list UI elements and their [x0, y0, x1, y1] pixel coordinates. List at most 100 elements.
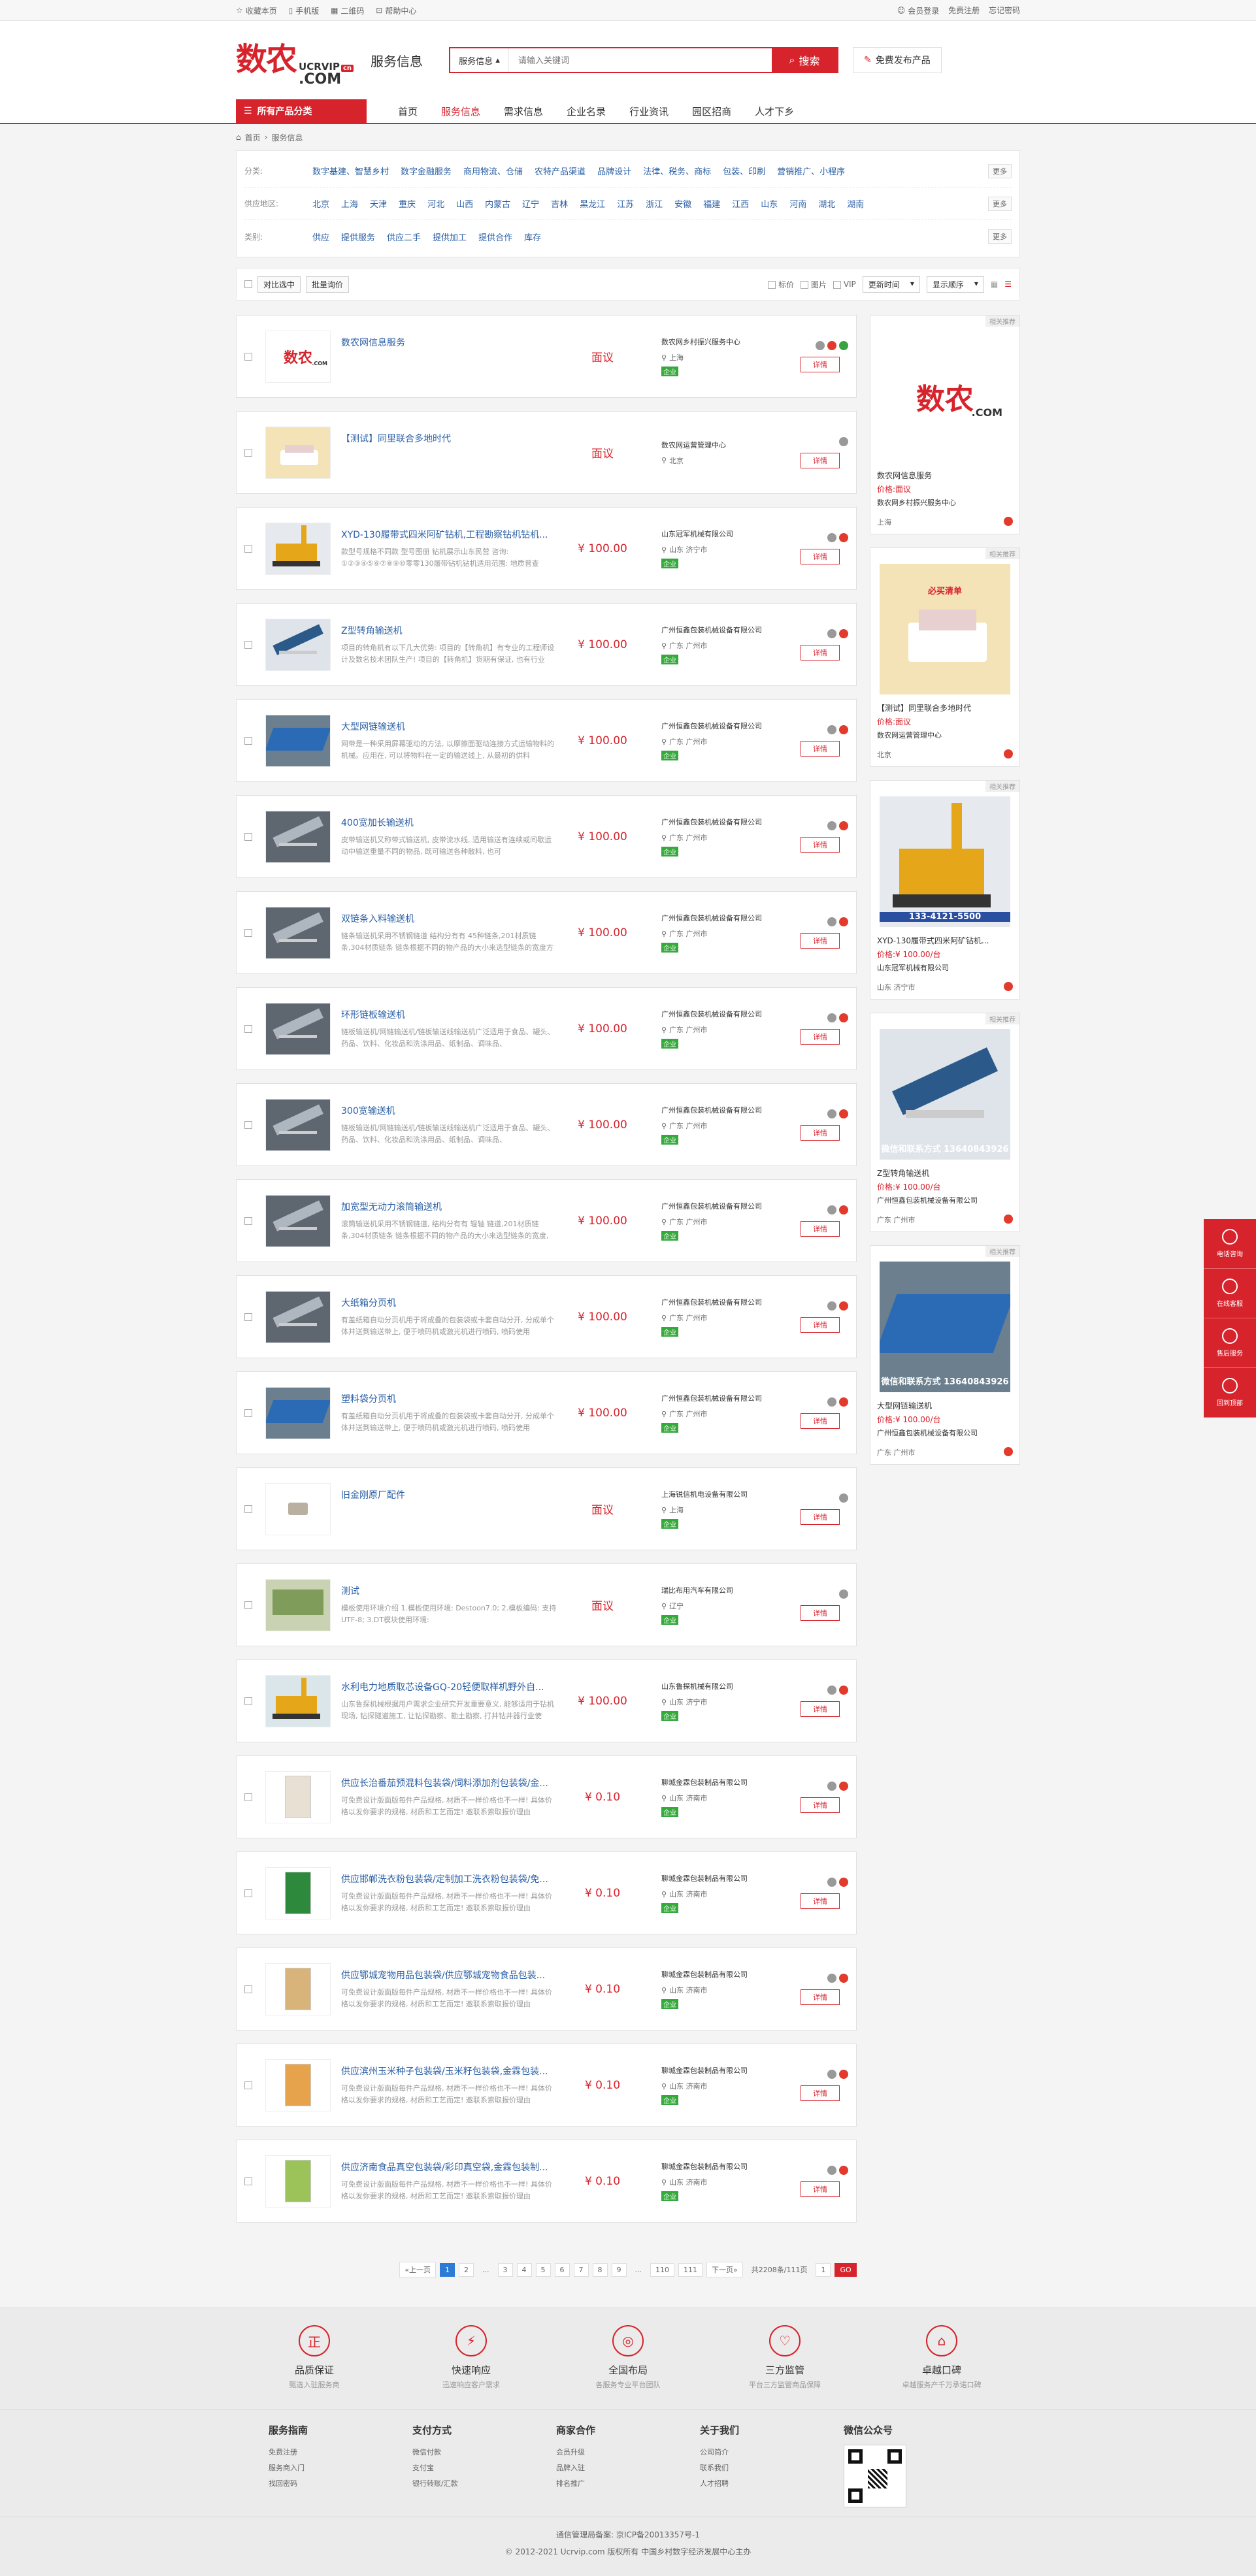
qq-icon[interactable]	[1004, 1215, 1013, 1224]
item-checkbox[interactable]	[244, 2177, 252, 2185]
item-thumbnail[interactable]	[265, 1867, 331, 1919]
filter-option[interactable]: 山西	[456, 197, 473, 210]
float-chat-button[interactable]: 在线客服	[1204, 1269, 1256, 1318]
login-link[interactable]: ☺ 会员登录	[897, 5, 940, 16]
related-company[interactable]: 山东冠军机械有限公司	[877, 962, 1013, 973]
filter-option[interactable]: 安徽	[674, 197, 691, 210]
item-thumbnail[interactable]	[265, 1290, 331, 1343]
item-checkbox[interactable]	[244, 928, 252, 937]
qq-icon[interactable]	[839, 1013, 848, 1022]
all-categories-button[interactable]: ☰ 所有产品分类	[236, 99, 367, 123]
filter-option[interactable]: 重庆	[399, 197, 416, 210]
qq-icon[interactable]	[839, 1781, 848, 1791]
qq-icon[interactable]	[1004, 517, 1013, 526]
wechat-icon[interactable]	[827, 1109, 836, 1118]
filter-vip[interactable]: VIP	[833, 280, 856, 289]
company-name[interactable]: 山东鲁探机械有限公司	[661, 1681, 779, 1691]
detail-button[interactable]: 详情	[801, 452, 840, 468]
wechat-icon[interactable]	[827, 1781, 836, 1791]
filter-option[interactable]: 福建	[703, 197, 720, 210]
float-service-button[interactable]: 售后服务	[1204, 1318, 1256, 1368]
qq-icon[interactable]	[839, 2165, 848, 2175]
related-name[interactable]: 【测试】同里联合多地时代	[877, 702, 1013, 713]
item-title[interactable]: 供应邯郸洗衣粉包装袋/定制加工洗衣粉包装袋/免...	[341, 1872, 557, 1885]
company-name[interactable]: 广州恒鑫包装机械设备有限公司	[661, 625, 779, 635]
prev-page-button[interactable]: «上一页	[399, 2262, 437, 2277]
filter-option[interactable]: 包装、印刷	[723, 165, 765, 177]
item-checkbox[interactable]	[244, 1216, 252, 1225]
filter-option[interactable]: 供应	[312, 231, 329, 243]
related-image[interactable]: 133-4121-5500	[880, 796, 1010, 927]
wechat-icon[interactable]	[827, 1877, 836, 1887]
nav-item[interactable]: 首页	[386, 99, 429, 123]
item-checkbox[interactable]	[244, 1024, 252, 1033]
item-title[interactable]: 400宽加长输送机	[341, 816, 557, 829]
search-button[interactable]: ⌕ 搜索	[772, 48, 837, 72]
item-thumbnail[interactable]: 数农 .COM	[265, 330, 331, 383]
bookmark-link[interactable]: ☆ 收藏本页	[236, 5, 277, 16]
item-thumbnail[interactable]	[265, 1482, 331, 1535]
page-number[interactable]: 5	[535, 2262, 551, 2277]
filter-option[interactable]: 数字基建、智慧乡村	[312, 165, 389, 177]
filter-image[interactable]: 图片	[801, 279, 827, 290]
qq-icon[interactable]	[839, 1973, 848, 1983]
item-checkbox[interactable]	[244, 832, 252, 841]
qq-icon[interactable]	[839, 917, 848, 926]
qq-icon[interactable]	[839, 1109, 848, 1118]
filter-option[interactable]: 吉林	[551, 197, 568, 210]
company-name[interactable]: 聊城金霖包装制品有限公司	[661, 1873, 779, 1883]
item-checkbox[interactable]	[244, 736, 252, 745]
qq-icon[interactable]	[839, 1205, 848, 1215]
related-name[interactable]: XYD-130履带式四米阿矿钻机...	[877, 935, 1013, 946]
page-number[interactable]: 3	[497, 2262, 513, 2277]
company-name[interactable]: 聊城金霖包装制品有限公司	[661, 1777, 779, 1787]
page-jump-input[interactable]: 1	[816, 2262, 831, 2277]
item-title[interactable]: 供应滨州玉米种子包装袋/玉米籽包装袋,金霖包装...	[341, 2064, 557, 2078]
float-top-button[interactable]: 回到顶部	[1204, 1368, 1256, 1418]
page-number[interactable]: 2	[459, 2262, 474, 2277]
detail-button[interactable]: 详情	[801, 1124, 840, 1141]
help-link[interactable]: ⊡ 帮助中心	[376, 5, 416, 16]
filter-option[interactable]: 商用物流、仓储	[463, 165, 523, 177]
filter-more-button[interactable]: 更多	[988, 229, 1012, 244]
qq-icon[interactable]	[839, 1301, 848, 1311]
wechat-icon[interactable]	[827, 1301, 836, 1311]
nav-item[interactable]: 服务信息	[429, 99, 492, 123]
filter-option[interactable]: 提供加工	[433, 231, 467, 243]
company-name[interactable]: 广州恒鑫包装机械设备有限公司	[661, 913, 779, 923]
detail-button[interactable]: 详情	[801, 1893, 840, 1909]
compare-button[interactable]: 对比选中	[257, 276, 301, 293]
filter-option[interactable]: 提供合作	[478, 231, 512, 243]
filter-more-button[interactable]: 更多	[988, 163, 1012, 178]
company-name[interactable]: 山东冠军机械有限公司	[661, 529, 779, 539]
item-title[interactable]: 供应鄂城宠物用品包装袋/供应鄂城宠物食品包装...	[341, 1968, 557, 1981]
detail-button[interactable]: 详情	[801, 1412, 840, 1429]
wechat-icon[interactable]	[827, 821, 836, 830]
item-title[interactable]: 测试	[341, 1584, 557, 1597]
filter-option[interactable]: 山东	[761, 197, 778, 210]
company-name[interactable]: 广州恒鑫包装机械设备有限公司	[661, 1297, 779, 1307]
search-type-select[interactable]: 服务信息 ▴	[450, 48, 509, 72]
footer-link[interactable]: 找回密码	[269, 2476, 412, 2492]
related-company[interactable]: 数农网运营管理中心	[877, 730, 1013, 740]
item-checkbox[interactable]	[244, 1120, 252, 1129]
wechat-icon[interactable]	[827, 725, 836, 734]
wechat-icon[interactable]	[827, 2069, 836, 2079]
item-checkbox[interactable]	[244, 544, 252, 553]
detail-button[interactable]: 详情	[801, 356, 840, 372]
item-checkbox[interactable]	[244, 448, 252, 457]
filter-option[interactable]: 天津	[370, 197, 387, 210]
filter-option[interactable]: 江苏	[617, 197, 634, 210]
detail-button[interactable]: 详情	[801, 932, 840, 949]
detail-button[interactable]: 详情	[801, 1989, 840, 2005]
item-checkbox[interactable]	[244, 640, 252, 649]
filter-option[interactable]: 辽宁	[522, 197, 539, 210]
detail-button[interactable]: 详情	[801, 836, 840, 853]
item-checkbox[interactable]	[244, 1601, 252, 1609]
item-title[interactable]: 水利电力地质取芯设备GQ-20轻便取样机野外自...	[341, 1680, 557, 1693]
filter-option[interactable]: 提供服务	[341, 231, 375, 243]
related-company[interactable]: 广州恒鑫包装机械设备有限公司	[877, 1427, 1013, 1438]
detail-button[interactable]: 详情	[801, 1028, 840, 1045]
related-company[interactable]: 数农网乡村振兴服务中心	[877, 497, 1013, 508]
nav-item[interactable]: 企业名录	[555, 99, 618, 123]
